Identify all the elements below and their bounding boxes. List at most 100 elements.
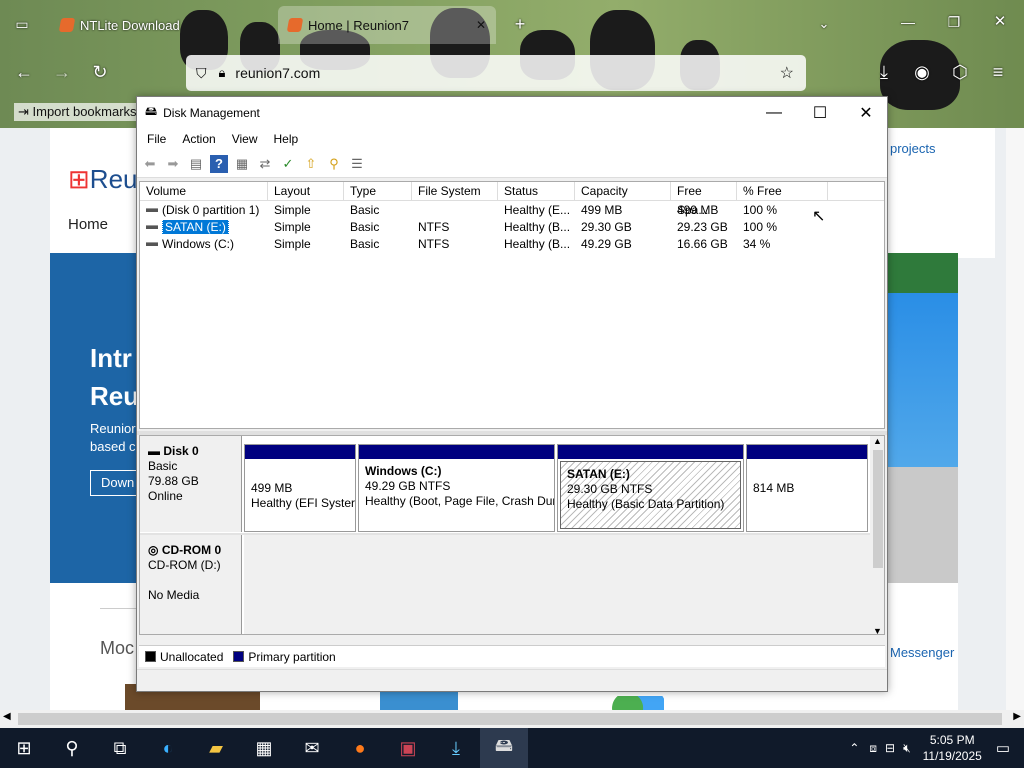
new-tab-icon[interactable]: + [508,14,532,34]
scrollbar-thumb[interactable] [18,713,1002,725]
forward-icon[interactable]: → [50,62,74,82]
partition-windows-c[interactable]: Windows (C:) 49.29 GB NTFS Healthy (Boot… [358,444,555,532]
extensions-icon[interactable]: ⬡ [948,62,972,82]
account-icon[interactable]: ◉ [910,62,934,82]
scroll-left-icon[interactable]: ◀ [3,711,11,722]
disk0-info[interactable]: ▬ Disk 0 Basic 79.88 GB Online [140,436,242,532]
edge-button[interactable]: ◐ [144,728,192,768]
start-button[interactable]: ⊞ [0,728,48,768]
connect-drive-icon[interactable]: ⇄ [256,155,274,173]
scrollbar-thumb[interactable] [873,450,883,568]
maximize-browser-icon[interactable]: ❐ [942,12,966,32]
menu-action[interactable]: Action [182,132,215,146]
column-percent-free[interactable]: % Free [737,182,828,201]
projects-link[interactable]: projects [890,141,936,156]
close-browser-icon[interactable]: ✕ [988,12,1012,32]
scroll-down-icon[interactable]: ▼ [873,626,882,634]
graph-vertical-scrollbar[interactable]: ▲ ▼ [870,436,884,634]
mail-button[interactable]: ✉ [288,728,336,768]
table-row[interactable]: Windows (C:) Simple Basic NTFS Healthy (… [140,235,884,252]
partition-unlabeled-814mb[interactable]: 814 MB [746,444,868,532]
properties-icon[interactable]: ▦ [233,155,251,173]
cdrom0-media: No Media [148,588,200,602]
column-layout[interactable]: Layout [268,182,344,201]
disk-management-app-icon: 🖴︎ [145,104,158,118]
disk0-state: Online [148,489,183,503]
maximize-button[interactable]: ☐ [797,97,843,128]
meet-now-icon[interactable]: ⧈ [869,741,877,756]
cell-volume: Windows (C:) [140,237,268,251]
cell-volume: (Disk 0 partition 1) [140,203,268,217]
cdrom0-info[interactable]: ◎ CD-ROM 0 CD-ROM (D:) No Media [140,535,242,634]
column-type[interactable]: Type [344,182,412,201]
partition-size: 49.29 GB NTFS [365,479,451,493]
file-explorer-button[interactable]: ▰ [192,728,240,768]
close-tab-icon[interactable]: ✕ [476,18,486,32]
column-status[interactable]: Status [498,182,575,201]
menu-help[interactable]: Help [274,132,299,146]
site-logo[interactable]: ⊞Reu [68,164,138,195]
table-row[interactable]: (Disk 0 partition 1) Simple Basic Health… [140,201,884,218]
forward-arrow-icon[interactable]: ➡ [164,155,182,173]
menu-view[interactable]: View [232,132,258,146]
search-button[interactable]: ⚲ [48,728,96,768]
scroll-up-icon[interactable]: ▲ [873,436,882,446]
firefox-button[interactable]: ● [336,728,384,768]
page-horizontal-scrollbar[interactable]: ◀ ▶ [0,710,1024,728]
help-icon[interactable]: ? [210,154,228,173]
cdrom0-name-text: CD-ROM 0 [161,543,222,557]
disk-management-task-button[interactable]: 🖴︎ [480,728,528,768]
address-bar[interactable]: ⛉ 🔒︎ reunion7.com ☆ [186,55,806,91]
nav-home-link[interactable]: Home [68,216,108,233]
back-arrow-icon[interactable]: ⬅ [141,155,159,173]
system-tray: ⌃ ⧈ ⊟ 🔇︎ 5:05 PM 11/19/2025 ▭ [849,728,1024,768]
downloads-icon[interactable]: ⤓ [872,62,896,82]
show-hidden-icons-chevron-icon[interactable]: ⌃ [849,741,859,755]
cdrom0-empty-area[interactable] [244,535,870,634]
folder-up-icon[interactable]: ⇧ [302,155,320,173]
column-file-system[interactable]: File System [412,182,498,201]
tab-list-chevron-icon[interactable]: ⌄ [812,14,836,34]
download-button[interactable]: Down [90,470,140,496]
search-icon: ⚲ [65,737,79,758]
notifications-icon[interactable]: ▭ [996,739,1010,757]
tab-ntlite[interactable]: NTLite Download [50,6,270,44]
tab-reunion7[interactable]: Home | Reunion7 ✕ [278,6,496,44]
menu-icon[interactable]: ≡ [986,62,1010,82]
reload-icon[interactable]: ↻ [88,62,112,82]
column-capacity[interactable]: Capacity [575,182,671,201]
cdrom0-drive: CD-ROM (D:) [148,558,221,572]
store-button[interactable]: ▦ [240,728,288,768]
list-view-icon[interactable]: ☰ [348,155,366,173]
scroll-right-icon[interactable]: ▶ [1013,711,1021,722]
app-button[interactable]: ▣ [384,728,432,768]
section-heading: Moc [100,638,135,658]
title-bar[interactable]: 🖴︎ Disk Management — ☐ ✕ [137,97,887,128]
column-volume[interactable]: Volume [140,182,268,201]
clock[interactable]: 5:05 PM 11/19/2025 [923,732,982,764]
tab-overview-icon[interactable]: ▭ [10,14,34,34]
partition-efi[interactable]: 499 MB Healthy (EFI Syster [244,444,356,532]
import-bookmarks-link[interactable]: ⇥ Import bookmarks... [14,103,152,121]
installer-button[interactable]: ⤓ [432,728,480,768]
console-tree-icon[interactable]: ▤ [187,155,205,173]
column-free-space[interactable]: Free Spa... [671,182,737,217]
close-button[interactable]: ✕ [843,97,889,128]
bookmark-star-icon[interactable]: ☆ [780,63,794,83]
menu-file[interactable]: File [147,132,166,146]
partition-satan-e[interactable]: SATAN (E:) 29.30 GB NTFS Healthy (Basic … [557,444,744,532]
table-row[interactable]: SATAN (E:) Simple Basic NTFS Healthy (B.… [140,218,884,235]
task-view-button[interactable]: ⧉ [96,728,144,768]
minimize-button[interactable]: — [751,97,797,128]
cell-file-system: NTFS [418,236,450,251]
page-vertical-scrollbar[interactable] [1006,128,1024,710]
shield-icon[interactable]: ⛉ [196,65,207,82]
minimize-browser-icon[interactable]: — [896,12,920,32]
back-icon[interactable]: ← [12,62,36,82]
check-icon[interactable]: ✓ [279,155,297,173]
search-folder-icon[interactable]: ⚲ [325,155,343,173]
network-icon[interactable]: ⊟ [885,741,895,755]
hero-paragraph-line1: Reunior [90,421,136,436]
volume-muted-icon[interactable]: 🔇︎ [903,741,911,756]
messenger-link[interactable]: Messenger [890,645,954,660]
